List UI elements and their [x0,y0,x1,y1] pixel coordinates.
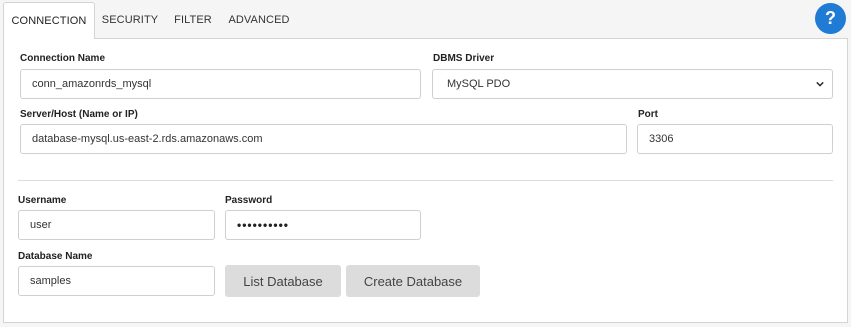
username-label: Username [18,195,67,206]
help-icon[interactable]: ? [815,3,846,34]
tab-advanced[interactable]: ADVANCED [228,8,289,32]
port-label: Port [638,109,658,120]
section-divider [18,180,833,181]
tab-security[interactable]: SECURITY [102,8,158,32]
dbms-driver-value: MySQL PDO [447,78,511,90]
database-name-label: Database Name [18,251,93,262]
database-name-field[interactable]: samples [18,266,215,296]
tab-bar: CONNECTION SECURITY FILTER ADVANCED [0,0,851,39]
tab-connection[interactable]: CONNECTION [3,2,95,39]
create-database-button[interactable]: Create Database [346,265,480,297]
connection-name-label: Connection Name [20,53,106,64]
connection-name-field[interactable]: conn_amazonrds_mysql [20,69,421,99]
username-field[interactable]: user [18,210,215,240]
password-field[interactable]: •••••••••• [225,210,421,240]
port-field[interactable]: 3306 [637,124,833,154]
tab-filter[interactable]: FILTER [174,8,212,32]
list-database-button[interactable]: List Database [225,265,341,297]
dbms-driver-select[interactable]: MySQL PDO [432,69,833,99]
chevron-down-icon [816,81,824,87]
server-host-label: Server/Host (Name or IP) [20,109,138,120]
connection-panel: Connection Name conn_amazonrds_mysql DBM… [3,38,848,323]
server-host-field[interactable]: database-mysql.us-east-2.rds.amazonaws.c… [20,124,627,154]
password-label: Password [225,195,273,206]
dbms-driver-label: DBMS Driver [433,53,495,64]
